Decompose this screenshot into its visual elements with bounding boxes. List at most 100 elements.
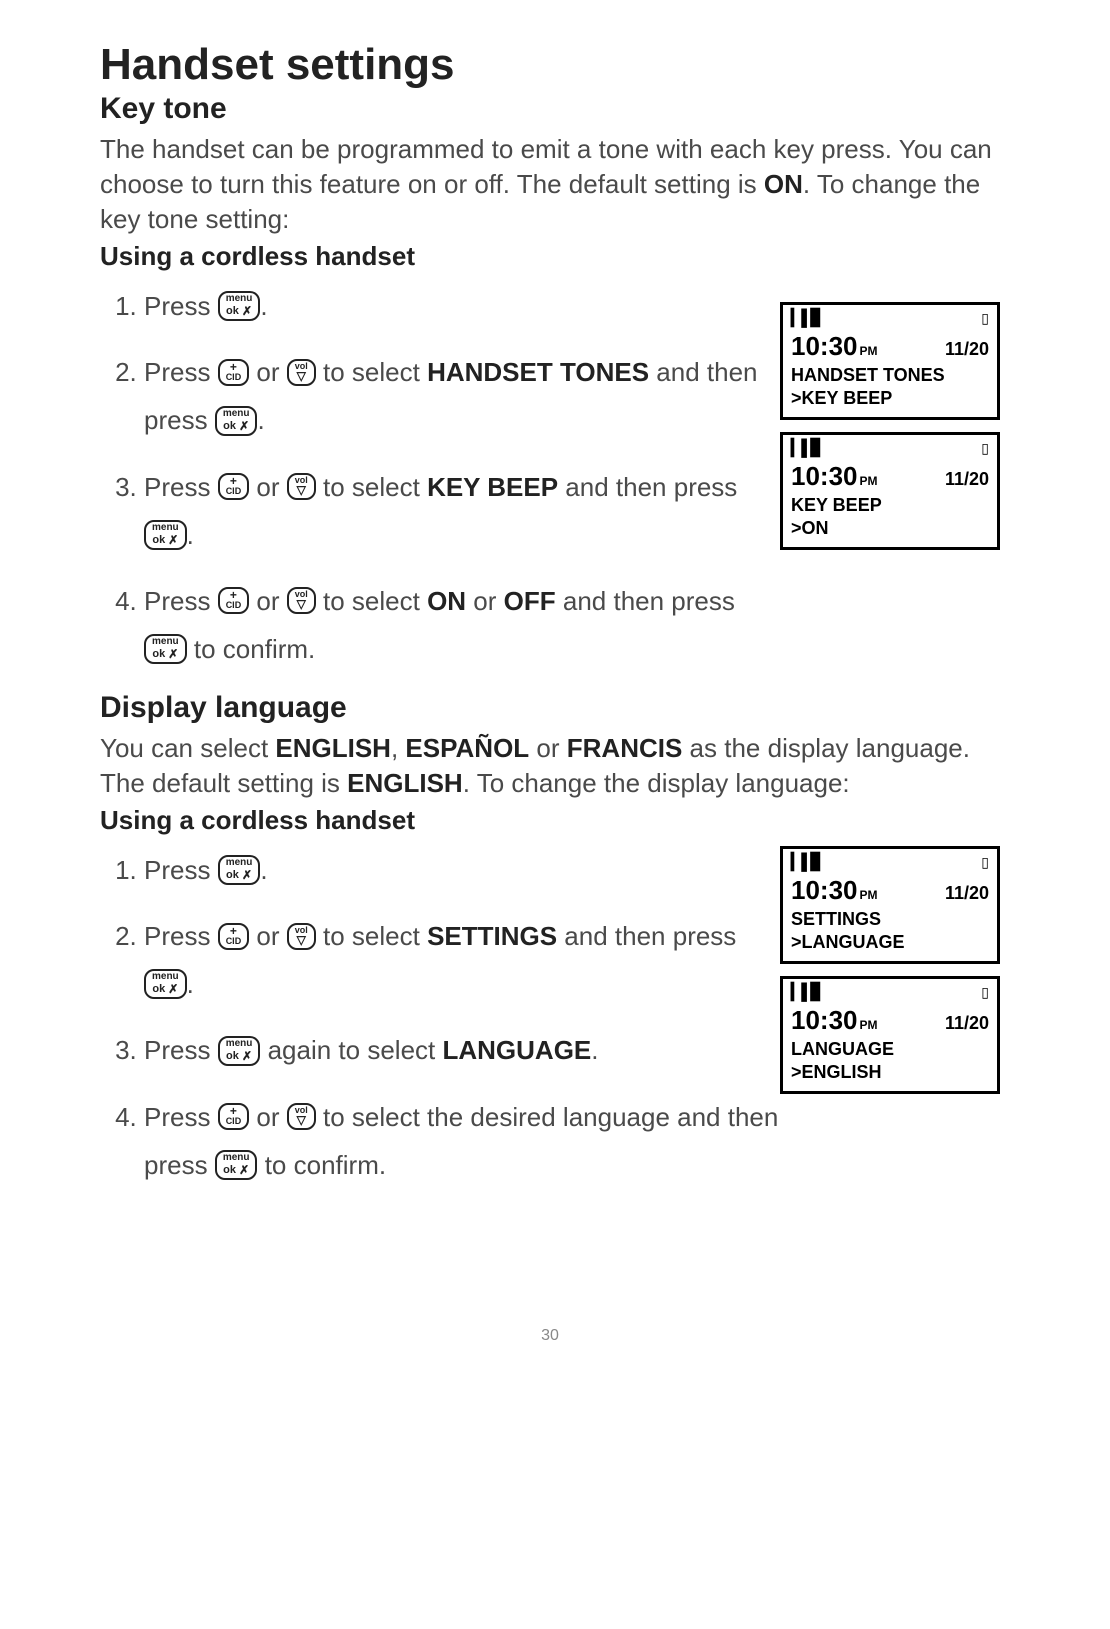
lcd-line1: KEY BEEP bbox=[791, 494, 989, 517]
list-item: Press +CID or vol▽ to select HANDSET TON… bbox=[144, 348, 780, 444]
lcd-pm: PM bbox=[860, 344, 878, 358]
lcd-time: 10:30 bbox=[791, 1005, 858, 1035]
text: You can select bbox=[100, 733, 275, 763]
menu-ok-button-icon: menuok ✗ bbox=[144, 969, 187, 999]
cid-up-button-icon: +CID bbox=[218, 1103, 250, 1130]
lcd-date: 11/20 bbox=[945, 1013, 989, 1034]
text: . bbox=[260, 855, 267, 885]
lcd-date: 11/20 bbox=[945, 469, 989, 490]
list-item: Press +CID or vol▽ to select KEY BEEP an… bbox=[144, 463, 780, 559]
list-item: Press +CID or vol▽ to select ON or OFF a… bbox=[144, 577, 780, 673]
battery-icon: ▯ bbox=[981, 855, 989, 871]
menu-ok-button-icon: menuok ✗ bbox=[215, 406, 258, 436]
text: . bbox=[257, 405, 264, 435]
lcd-line1: HANDSET TONES bbox=[791, 364, 989, 387]
list-item: Press menuok ✗. bbox=[144, 846, 780, 894]
lcd-time: 10:30 bbox=[791, 331, 858, 361]
vol-down-button-icon: vol▽ bbox=[287, 473, 316, 500]
vol-down-button-icon: vol▽ bbox=[287, 587, 316, 614]
display-steps: Press menuok ✗. Press +CID or vol▽ to se… bbox=[100, 846, 780, 1189]
menu-ok-button-icon: menuok ✗ bbox=[218, 855, 261, 885]
lcd-line2: >ON bbox=[791, 517, 989, 540]
vol-down-button-icon: vol▽ bbox=[287, 923, 316, 950]
lcd-line2: >LANGUAGE bbox=[791, 931, 989, 954]
text: or bbox=[249, 1102, 287, 1132]
menu-ok-button-icon: menuok ✗ bbox=[218, 1036, 261, 1066]
vol-down-button-icon: vol▽ bbox=[287, 359, 316, 386]
menu-ok-button-icon: menuok ✗ bbox=[144, 634, 187, 664]
text: to select bbox=[316, 472, 427, 502]
text: . bbox=[187, 969, 194, 999]
signal-icon: ▎▌▊ bbox=[791, 855, 821, 871]
text-bold: HANDSET TONES bbox=[427, 357, 649, 387]
text-bold: ENGLISH bbox=[347, 768, 463, 798]
lcd-time: 10:30 bbox=[791, 461, 858, 491]
keytone-intro: The handset can be programmed to emit a … bbox=[100, 132, 1000, 237]
text: Press bbox=[144, 855, 218, 885]
text: . bbox=[187, 520, 194, 550]
text: Press bbox=[144, 921, 218, 951]
keytone-steps: Press menuok ✗. Press +CID or vol▽ to se… bbox=[100, 282, 780, 673]
battery-icon: ▯ bbox=[981, 311, 989, 327]
text: to select bbox=[316, 357, 427, 387]
text: to select bbox=[316, 921, 427, 951]
text-bold: OFF bbox=[504, 586, 556, 616]
text: . bbox=[260, 291, 267, 321]
text-bold: ENGLISH bbox=[275, 733, 391, 763]
lcd-screen: ▎▌▊ ▯ 10:30PM 11/20 KEY BEEP >ON bbox=[780, 432, 1000, 550]
page-title: Handset settings bbox=[100, 40, 1000, 90]
text: or bbox=[249, 586, 287, 616]
signal-icon: ▎▌▊ bbox=[791, 311, 821, 327]
lcd-line1: LANGUAGE bbox=[791, 1038, 989, 1061]
text: again to select bbox=[260, 1035, 442, 1065]
lcd-pm: PM bbox=[860, 888, 878, 902]
list-item: Press menuok ✗. bbox=[144, 282, 780, 330]
lcd-pm: PM bbox=[860, 1018, 878, 1032]
section-display-title: Display language bbox=[100, 691, 1000, 725]
text: and then press bbox=[558, 472, 737, 502]
battery-icon: ▯ bbox=[981, 985, 989, 1001]
battery-icon: ▯ bbox=[981, 441, 989, 457]
lcd-line1: SETTINGS bbox=[791, 908, 989, 931]
text: Press bbox=[144, 472, 218, 502]
cid-up-button-icon: +CID bbox=[218, 923, 250, 950]
section-keytone-title: Key tone bbox=[100, 92, 1000, 126]
text: or bbox=[249, 472, 287, 502]
text: Press bbox=[144, 291, 218, 321]
signal-icon: ▎▌▊ bbox=[791, 441, 821, 457]
lcd-screen: ▎▌▊ ▯ 10:30PM 11/20 LANGUAGE >ENGLISH bbox=[780, 976, 1000, 1094]
text: or bbox=[466, 586, 504, 616]
keytone-sub: Using a cordless handset bbox=[100, 241, 1000, 272]
lcd-line2: >ENGLISH bbox=[791, 1061, 989, 1084]
vol-down-button-icon: vol▽ bbox=[287, 1103, 316, 1130]
signal-icon: ▎▌▊ bbox=[791, 985, 821, 1001]
text: to select bbox=[316, 586, 427, 616]
lcd-screen: ▎▌▊ ▯ 10:30PM 11/20 SETTINGS >LANGUAGE bbox=[780, 846, 1000, 964]
cid-up-button-icon: +CID bbox=[218, 359, 250, 386]
cid-up-button-icon: +CID bbox=[218, 473, 250, 500]
display-intro: You can select ENGLISH, ESPAÑOL or FRANC… bbox=[100, 731, 1000, 801]
display-sub: Using a cordless handset bbox=[100, 805, 1000, 836]
list-item: Press +CID or vol▽ to select SETTINGS an… bbox=[144, 912, 780, 1008]
text-bold: LANGUAGE bbox=[442, 1035, 591, 1065]
text-bold: SETTINGS bbox=[427, 921, 557, 951]
menu-ok-button-icon: menuok ✗ bbox=[218, 291, 261, 321]
text-on: ON bbox=[764, 169, 803, 199]
text-bold: ESPAÑOL bbox=[405, 733, 529, 763]
text: to confirm. bbox=[187, 634, 316, 664]
text: or bbox=[249, 921, 287, 951]
text: and then press bbox=[556, 586, 735, 616]
lcd-date: 11/20 bbox=[945, 883, 989, 904]
text: to confirm. bbox=[257, 1150, 386, 1180]
list-item: Press menuok ✗ again to select LANGUAGE. bbox=[144, 1026, 780, 1074]
menu-ok-button-icon: menuok ✗ bbox=[144, 520, 187, 550]
lcd-time: 10:30 bbox=[791, 875, 858, 905]
text: . bbox=[591, 1035, 598, 1065]
cid-up-button-icon: +CID bbox=[218, 587, 250, 614]
text-bold: ON bbox=[427, 586, 466, 616]
text-bold: KEY BEEP bbox=[427, 472, 558, 502]
text: Press bbox=[144, 586, 218, 616]
text: or bbox=[249, 357, 287, 387]
text: , bbox=[391, 733, 405, 763]
lcd-pm: PM bbox=[860, 474, 878, 488]
